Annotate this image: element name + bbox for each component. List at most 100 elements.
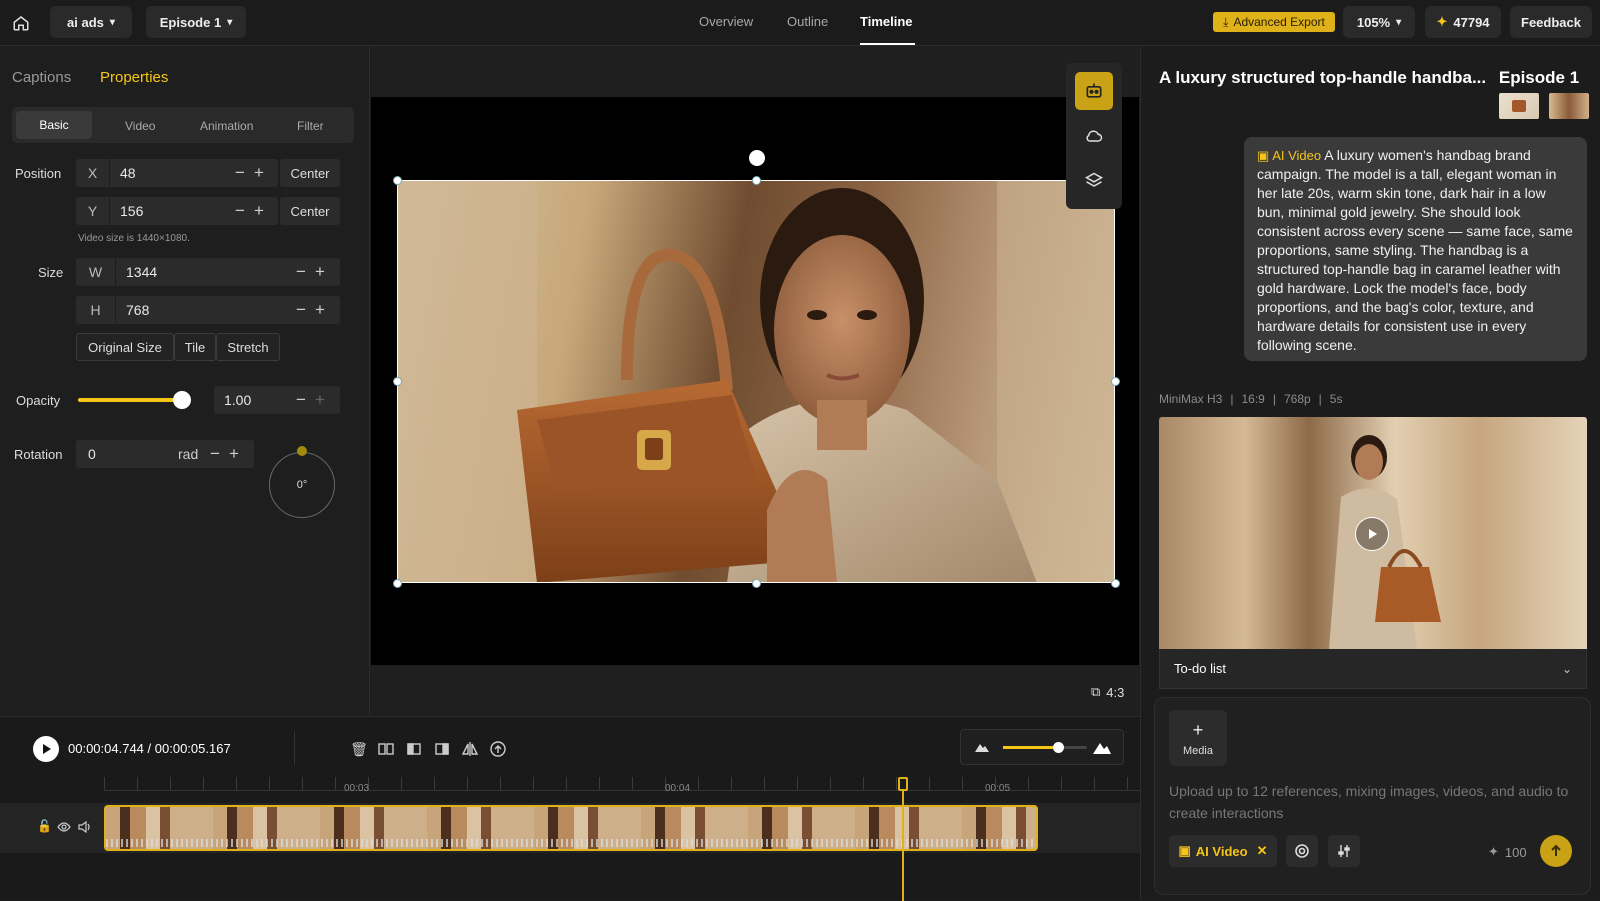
video-camera-icon: ▣ xyxy=(1178,843,1191,858)
y-increment-button[interactable]: + xyxy=(254,197,264,225)
properties-panel: Captions Properties Basic Video Animatio… xyxy=(0,47,370,715)
tab-overview[interactable]: Overview xyxy=(699,14,753,29)
video-camera-icon: ▣ xyxy=(1257,148,1270,163)
h-decrement-button[interactable]: − xyxy=(296,296,306,324)
advanced-export-button[interactable]: ⤓ Advanced Export xyxy=(1213,12,1335,32)
playhead-handle[interactable] xyxy=(898,777,908,791)
tab-captions[interactable]: Captions xyxy=(12,69,71,86)
todo-list-label: To-do list xyxy=(1174,661,1227,676)
canvas-area: ⧉ 4:3 xyxy=(371,47,1139,715)
tab-properties[interactable]: Properties xyxy=(100,69,168,86)
tile-button[interactable]: Tile xyxy=(174,333,216,361)
zoom-slider-thumb[interactable] xyxy=(1052,742,1064,753)
sparkle-icon: ✦ xyxy=(1436,14,1448,29)
h-increment-button[interactable]: + xyxy=(315,296,325,324)
resize-handle-bl[interactable] xyxy=(393,579,402,588)
settings-sliders-icon[interactable] xyxy=(1328,835,1360,867)
opacity-slider-thumb[interactable] xyxy=(173,391,191,409)
close-icon[interactable]: ✕ xyxy=(1257,843,1268,859)
robot-icon[interactable] xyxy=(1075,72,1113,110)
bag-thumbnail-art xyxy=(1512,100,1526,112)
tab-outline[interactable]: Outline xyxy=(787,14,828,29)
split-icon[interactable] xyxy=(377,740,395,758)
layers-icon[interactable] xyxy=(1075,162,1113,200)
trim-right-icon[interactable] xyxy=(433,740,451,758)
rotation-value: 0 xyxy=(88,446,96,462)
h-label: H xyxy=(76,296,116,324)
original-size-button[interactable]: Original Size xyxy=(76,333,174,361)
resize-handle-mr[interactable] xyxy=(1111,377,1120,386)
rotation-dial-knob[interactable] xyxy=(297,446,307,456)
w-decrement-button[interactable]: − xyxy=(296,258,306,286)
opacity-increment-button[interactable]: + xyxy=(315,386,325,414)
subtab-animation[interactable]: Animation xyxy=(200,119,253,133)
track-audio-icon[interactable] xyxy=(77,819,93,835)
zoom-in-icon[interactable] xyxy=(1092,738,1112,756)
original-size-label: Original Size xyxy=(88,339,162,355)
episode-dropdown[interactable]: Episode 1 ▾ xyxy=(146,6,246,38)
episode-name: Episode 1 xyxy=(159,14,222,30)
zoom-out-icon[interactable] xyxy=(974,740,990,754)
ai-video-chip[interactable]: ▣ AI Video ✕ xyxy=(1169,835,1277,867)
resize-handle-bc[interactable] xyxy=(752,579,761,588)
y-decrement-button[interactable]: − xyxy=(235,197,245,225)
zoom-slider-fill xyxy=(1003,746,1058,749)
send-button[interactable] xyxy=(1540,835,1572,867)
prompt-text: A luxury women's handbag brand campaign.… xyxy=(1257,147,1573,353)
aspect-ratio-button[interactable]: ⧉ 4:3 xyxy=(1091,684,1124,700)
subtab-filter[interactable]: Filter xyxy=(297,119,324,133)
playhead[interactable] xyxy=(902,781,904,901)
play-button[interactable] xyxy=(33,736,59,762)
add-media-button[interactable]: + Media xyxy=(1169,710,1227,766)
x-increment-button[interactable]: + xyxy=(254,159,264,187)
subtab-basic[interactable]: Basic xyxy=(16,111,92,139)
y-center-button[interactable]: Center xyxy=(280,197,340,225)
rotation-increment-button[interactable]: + xyxy=(229,440,239,468)
style-icon[interactable] xyxy=(1286,835,1318,867)
delete-icon[interactable]: 🗑 xyxy=(350,740,368,758)
video-clip[interactable] xyxy=(104,805,1038,851)
panel-title: A luxury structured top-handle handba...… xyxy=(1159,68,1579,88)
timecode: 00:00:04.744 / 00:00:05.167 xyxy=(68,741,231,756)
prompt-input[interactable]: Upload up to 12 references, mixing image… xyxy=(1169,780,1569,824)
project-name: ai ads xyxy=(67,14,104,30)
stretch-button[interactable]: Stretch xyxy=(216,333,280,361)
sparkle-icon: ✦ xyxy=(1488,844,1499,859)
x-center-button[interactable]: Center xyxy=(280,159,340,187)
reference-thumbnail-model[interactable] xyxy=(1549,93,1589,119)
y-field[interactable]: Y 156 xyxy=(76,197,278,225)
trim-left-icon[interactable] xyxy=(405,740,423,758)
project-dropdown[interactable]: ai ads ▾ xyxy=(50,6,132,38)
x-decrement-button[interactable]: − xyxy=(235,159,245,187)
feedback-button[interactable]: Feedback xyxy=(1510,6,1592,38)
media-label: Media xyxy=(1183,744,1213,757)
tab-timeline[interactable]: Timeline xyxy=(860,14,913,29)
w-increment-button[interactable]: + xyxy=(315,258,325,286)
rotate-handle[interactable] xyxy=(749,150,765,166)
rotation-dial[interactable]: 0° xyxy=(269,452,335,518)
resize-handle-br[interactable] xyxy=(1111,579,1120,588)
x-field[interactable]: X 48 xyxy=(76,159,278,187)
zoom-slider-track[interactable] xyxy=(1003,746,1087,749)
upload-icon[interactable] xyxy=(489,740,507,758)
play-icon[interactable] xyxy=(1355,517,1389,551)
cost-indicator: ✦ 100 xyxy=(1488,844,1527,860)
track-visibility-icon[interactable] xyxy=(56,819,72,835)
rotation-field[interactable]: 0 rad xyxy=(76,440,254,468)
home-icon[interactable] xyxy=(8,10,34,36)
resize-handle-ml[interactable] xyxy=(393,377,402,386)
subtab-video[interactable]: Video xyxy=(125,119,155,133)
opacity-slider-track[interactable] xyxy=(78,398,182,402)
reference-thumbnail-bag[interactable] xyxy=(1499,93,1539,119)
generated-video-thumbnail[interactable] xyxy=(1159,417,1587,649)
zoom-dropdown[interactable]: 105% ▾ xyxy=(1343,6,1415,38)
mirror-icon[interactable] xyxy=(461,740,479,758)
rotation-decrement-button[interactable]: − xyxy=(210,440,220,468)
track-lock-icon[interactable]: 🔓 xyxy=(37,819,52,833)
todo-list-dropdown[interactable]: To-do list ⌄ xyxy=(1159,649,1587,689)
resize-handle-tc[interactable] xyxy=(752,176,761,185)
opacity-decrement-button[interactable]: − xyxy=(296,386,306,414)
credits-badge[interactable]: ✦ 47794 xyxy=(1425,6,1501,38)
cloud-icon[interactable] xyxy=(1075,117,1113,155)
resize-handle-tl[interactable] xyxy=(393,176,402,185)
